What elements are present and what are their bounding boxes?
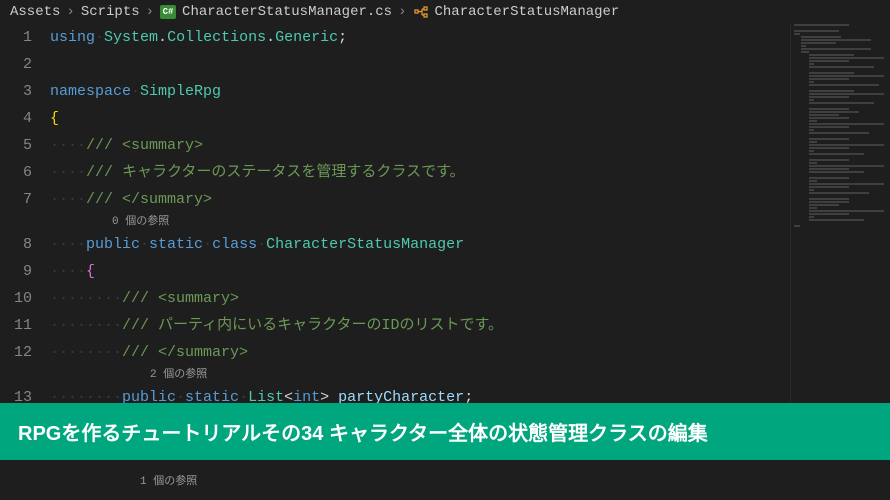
tutorial-banner: RPGを作るチュートリアルその34 キャラクター全体の状態管理クラスの編集 <box>0 403 890 460</box>
class-icon <box>413 4 429 20</box>
line-number[interactable]: 12 <box>0 339 32 366</box>
line-number[interactable]: 8 <box>0 231 32 258</box>
code-line[interactable]: ····{ <box>50 258 790 285</box>
line-number[interactable]: 5 <box>0 132 32 159</box>
chevron-right-icon: › <box>146 4 154 20</box>
line-number[interactable]: 2 <box>0 51 32 78</box>
line-number[interactable]: 3 <box>0 78 32 105</box>
code-line[interactable]: ····/// <summary> <box>50 132 790 159</box>
code-line[interactable]: ········/// パーティ内にいるキャラクターのIDのリストです。 <box>50 312 790 339</box>
breadcrumb[interactable]: Assets › Scripts › C# CharacterStatusMan… <box>0 0 890 24</box>
codelens-reference-count[interactable]: 0 個の参照 <box>50 213 790 231</box>
code-line[interactable]: { <box>50 105 790 132</box>
breadcrumb-item[interactable]: CharacterStatusManager <box>435 4 620 20</box>
line-number[interactable]: 6 <box>0 159 32 186</box>
code-line[interactable]: ········/// </summary> <box>50 339 790 366</box>
breadcrumb-item[interactable]: CharacterStatusManager.cs <box>182 4 392 20</box>
chevron-right-icon: › <box>398 4 406 20</box>
below-banner-area: 1 個の参照 <box>0 460 890 500</box>
code-line[interactable]: namespace·SimpleRpg <box>50 78 790 105</box>
code-line[interactable]: ····/// </summary> <box>50 186 790 213</box>
breadcrumb-item[interactable]: Assets <box>10 4 60 20</box>
line-number[interactable]: 1 <box>0 24 32 51</box>
code-line[interactable] <box>50 51 790 78</box>
line-number[interactable]: 11 <box>0 312 32 339</box>
codelens-reference-count[interactable]: 1 個の参照 <box>50 472 197 488</box>
breadcrumb-item[interactable]: Scripts <box>81 4 140 20</box>
code-line[interactable]: ····/// キャラクターのステータスを管理するクラスです。 <box>50 159 790 186</box>
line-number[interactable]: 4 <box>0 105 32 132</box>
code-line[interactable]: ····public·static·class·CharacterStatusM… <box>50 231 790 258</box>
banner-text: RPGを作るチュートリアルその34 キャラクター全体の状態管理クラスの編集 <box>18 423 708 445</box>
code-line[interactable]: ········/// <summary> <box>50 285 790 312</box>
code-line[interactable]: using·System.Collections.Generic; <box>50 24 790 51</box>
csharp-file-icon: C# <box>160 4 176 20</box>
line-number[interactable]: 7 <box>0 186 32 213</box>
chevron-right-icon: › <box>66 4 74 20</box>
codelens-reference-count[interactable]: 2 個の参照 <box>50 366 790 384</box>
line-number[interactable]: 9 <box>0 258 32 285</box>
line-number[interactable]: 10 <box>0 285 32 312</box>
